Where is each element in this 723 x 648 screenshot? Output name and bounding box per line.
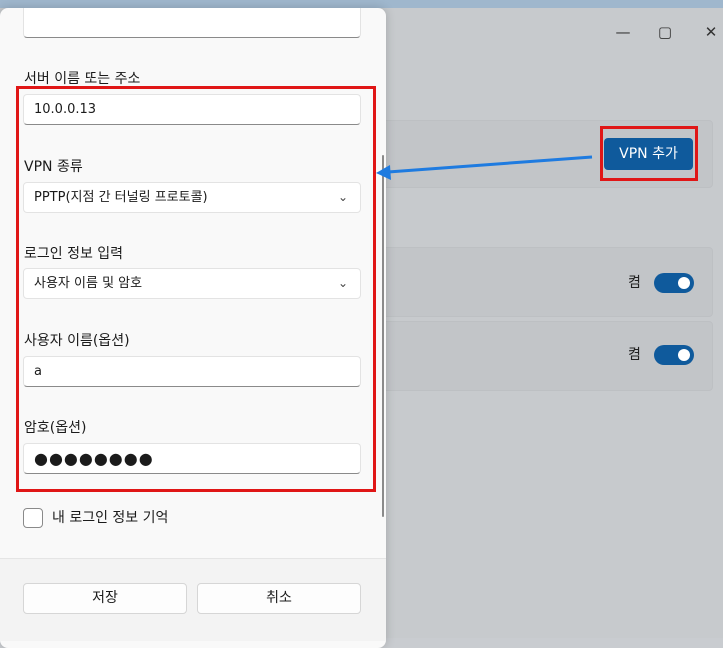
vpn-type-select[interactable]: PPTP(지점 간 터널링 프로토콜) ⌄: [23, 182, 361, 213]
chevron-down-icon: ⌄: [337, 276, 348, 290]
server-label: 서버 이름 또는 주소: [24, 71, 141, 87]
vpn-type-label: VPN 종류: [24, 159, 83, 175]
username-input[interactable]: a: [23, 356, 361, 387]
toggle-label: 켬: [628, 347, 641, 363]
desktop-strip: [0, 0, 723, 8]
server-address-input[interactable]: 10.0.0.13: [23, 94, 361, 125]
toggle-row-2[interactable]: 켬: [628, 345, 698, 365]
toggle-switch[interactable]: [654, 273, 694, 293]
password-label: 암호(옵션): [24, 420, 87, 436]
save-button[interactable]: 저장: [23, 583, 187, 614]
add-vpn-dialog: 서버 이름 또는 주소 10.0.0.13 VPN 종류 PPTP(지점 간 터…: [0, 8, 386, 648]
toggle-label: 켬: [628, 275, 641, 291]
chevron-down-icon: ⌄: [337, 190, 348, 204]
signin-type-value: 사용자 이름 및 암호: [34, 276, 143, 291]
toggle-switch[interactable]: [654, 345, 694, 365]
minimize-icon[interactable]: —: [600, 22, 646, 42]
signin-info-label: 로그인 정보 입력: [24, 246, 124, 262]
toggle-row-1[interactable]: 켬: [628, 273, 698, 293]
cancel-button[interactable]: 취소: [197, 583, 361, 614]
toggle-knob: [678, 349, 690, 361]
username-label: 사용자 이름(옵션): [24, 333, 130, 349]
remember-label: 내 로그인 정보 기억: [52, 510, 169, 526]
remember-checkbox[interactable]: [23, 508, 43, 528]
scrollbar[interactable]: [382, 155, 384, 517]
add-vpn-button[interactable]: VPN 추가: [604, 138, 693, 170]
password-input[interactable]: ●●●●●●●●: [23, 443, 361, 474]
close-icon[interactable]: ✕: [688, 22, 723, 42]
maximize-icon[interactable]: ▢: [642, 22, 688, 42]
vpn-type-value: PPTP(지점 간 터널링 프로토콜): [34, 190, 208, 205]
toggle-knob: [678, 277, 690, 289]
signin-type-select[interactable]: 사용자 이름 및 암호 ⌄: [23, 268, 361, 299]
connection-name-input[interactable]: [23, 8, 361, 38]
